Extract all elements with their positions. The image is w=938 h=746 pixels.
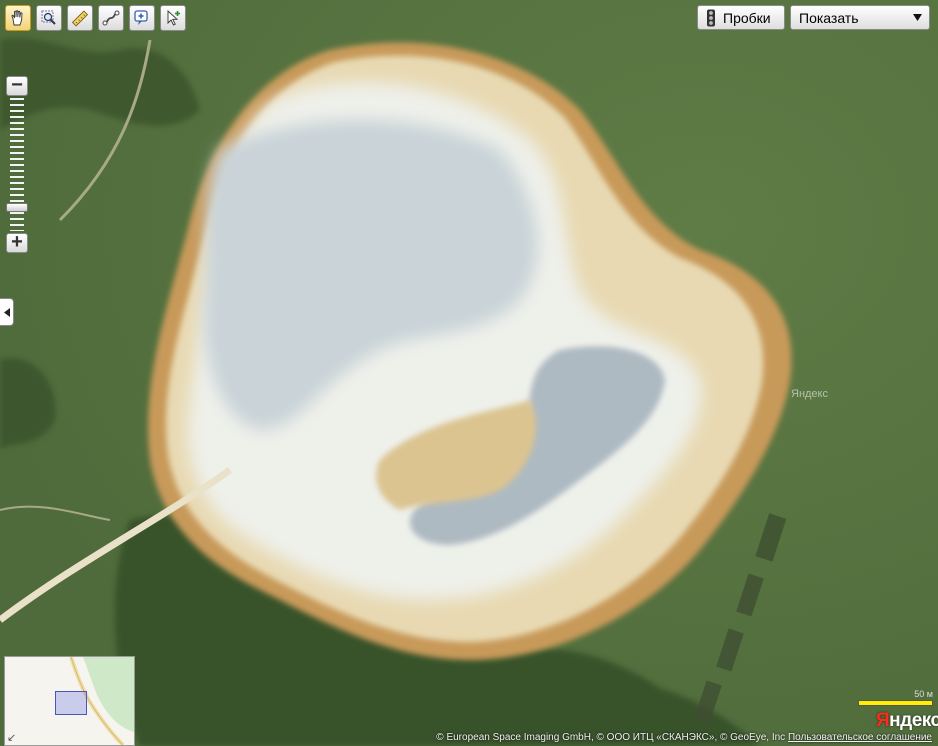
cursor-plus-icon [167,9,180,26]
arrow-diagonal-icon[interactable]: ↙ [7,731,16,744]
scale-bar [858,700,933,706]
hand-tool-button[interactable] [5,5,31,31]
route-icon [102,10,120,26]
hand-icon [11,10,23,26]
scale-label: 50 м [914,689,933,699]
select-tool-button[interactable] [160,5,186,31]
copyright-text: © European Space Imaging GmbH, © ООО ИТЦ… [436,732,788,743]
zoom-slider-handle[interactable] [6,203,28,213]
triangle-down-icon [913,14,922,21]
yandex-logo: Яндекс [876,710,938,731]
overview-minimap[interactable]: ↙ [4,656,135,746]
user-agreement-link[interactable]: Пользовательское соглашение [788,732,932,743]
ruler-icon [71,10,89,27]
magnifier-icon [41,10,56,25]
triangle-left-icon [3,307,10,317]
zoom-control: − + [6,75,28,253]
add-placemark-button[interactable] [129,5,155,31]
traffic-light-icon [707,9,715,26]
map-toolbar [5,5,186,31]
satellite-map[interactable] [0,0,938,746]
ruler-tool-button[interactable] [67,5,93,31]
layers-select-value: Показать [799,9,859,26]
scale-ruler: 50 м [858,689,933,706]
traffic-button-label: Пробки [723,9,771,26]
zoom-in-button[interactable]: + [6,232,28,253]
minimap-viewport[interactable] [55,691,87,715]
magnifier-tool-button[interactable] [36,5,62,31]
map-watermark: Яндекс [791,388,828,400]
traffic-button[interactable]: Пробки [697,5,785,30]
zoom-out-button[interactable]: − [6,75,28,96]
route-tool-button[interactable] [98,5,124,31]
copyright-notice: © European Space Imaging GmbH, © ООО ИТЦ… [405,732,932,743]
placemark-plus-icon [134,10,148,25]
side-panel-toggle[interactable] [0,298,14,326]
layers-select[interactable]: Показать [790,5,930,30]
